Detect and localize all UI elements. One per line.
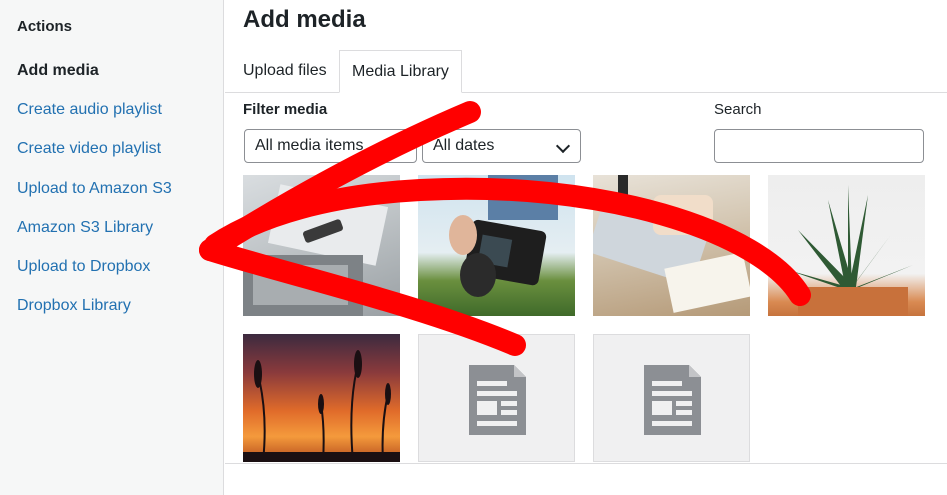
- document-icon: [469, 365, 526, 435]
- menu-item-add-media[interactable]: Add media: [17, 60, 172, 99]
- media-item-sunset-photo[interactable]: [243, 334, 400, 462]
- date-filter-value: All dates: [433, 137, 495, 154]
- media-item-desk-photo[interactable]: [243, 175, 400, 316]
- menu-item-upload-amazon-s3[interactable]: Upload to Amazon S3: [17, 178, 172, 217]
- filter-media-label: Filter media: [243, 101, 328, 118]
- menu-item-upload-dropbox[interactable]: Upload to Dropbox: [17, 256, 172, 295]
- media-sidebar: Actions Add media Create audio playlist …: [0, 0, 224, 495]
- media-type-filter-value: All media items: [255, 137, 364, 154]
- media-item-document-2[interactable]: [593, 334, 750, 462]
- document-icon: [644, 365, 701, 435]
- laptop-photo-image: [593, 175, 750, 313]
- menu-item-amazon-s3-library[interactable]: Amazon S3 Library: [17, 217, 172, 256]
- date-filter-select[interactable]: All dates: [422, 129, 581, 163]
- media-main-panel: Add media Upload files Media Library Fil…: [225, 0, 947, 495]
- menu-item-create-video-playlist[interactable]: Create video playlist: [17, 138, 172, 177]
- media-type-filter-select[interactable]: All media items: [244, 129, 417, 163]
- search-label: Search: [714, 101, 762, 118]
- desk-photo-image: [243, 184, 389, 316]
- chevron-down-icon: [555, 138, 571, 154]
- media-item-document-1[interactable]: [418, 334, 575, 462]
- plant-photo-image: [788, 185, 913, 316]
- actions-heading: Actions: [17, 18, 73, 35]
- actions-menu: Add media Create audio playlist Create v…: [17, 60, 172, 334]
- grid-bottom-divider: [225, 463, 947, 464]
- tab-media-library[interactable]: Media Library: [339, 50, 462, 93]
- media-tabs: Upload files Media Library: [225, 50, 947, 93]
- chevron-down-icon: [391, 138, 407, 154]
- search-input[interactable]: [714, 129, 924, 163]
- media-item-camera-photo[interactable]: [418, 175, 575, 316]
- media-item-plant-photo[interactable]: [768, 175, 925, 316]
- tab-upload-files[interactable]: Upload files: [231, 50, 339, 92]
- menu-item-create-audio-playlist[interactable]: Create audio playlist: [17, 99, 172, 138]
- media-item-laptop-photo[interactable]: [593, 175, 750, 316]
- menu-item-dropbox-library[interactable]: Dropbox Library: [17, 295, 172, 334]
- camera-photo-image: [449, 175, 558, 297]
- sunset-photo-image: [243, 350, 400, 462]
- page-title: Add media: [243, 6, 366, 33]
